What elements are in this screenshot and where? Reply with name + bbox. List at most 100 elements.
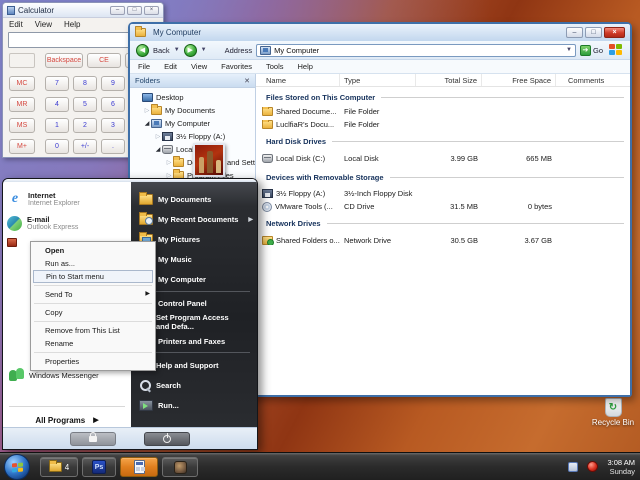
context-item-copy[interactable]: Copy bbox=[31, 306, 155, 319]
list-row-shared-folders[interactable]: Shared Folders o... Network Drive 30.5 G… bbox=[256, 234, 630, 247]
folders-pane-close-icon[interactable]: ✕ bbox=[244, 77, 250, 85]
mc-button[interactable]: MC bbox=[9, 76, 35, 91]
key-8[interactable]: 8 bbox=[73, 76, 97, 91]
tree-item-desktop[interactable]: Desktop bbox=[130, 91, 255, 104]
key-2[interactable]: 2 bbox=[73, 118, 97, 133]
key-plusminus[interactable]: +/- bbox=[73, 139, 97, 154]
context-item-remove-from-list[interactable]: Remove from This List bbox=[31, 324, 155, 337]
group-title: Hard Disk Drives bbox=[266, 137, 624, 146]
key-4[interactable]: 4 bbox=[45, 97, 69, 112]
ms-button[interactable]: MS bbox=[9, 118, 35, 133]
back-button-icon[interactable]: ◀ bbox=[136, 44, 149, 57]
power-button[interactable] bbox=[144, 432, 190, 446]
key-decimal[interactable]: . bbox=[101, 139, 125, 154]
close-button[interactable]: × bbox=[604, 27, 625, 38]
column-header-comments[interactable]: Comments bbox=[556, 74, 630, 86]
key-0[interactable]: 0 bbox=[45, 139, 69, 154]
tray-window-icon[interactable] bbox=[568, 462, 578, 472]
key-5[interactable]: 5 bbox=[73, 97, 97, 112]
power-icon bbox=[163, 435, 171, 443]
tray-status-icon[interactable] bbox=[587, 461, 598, 472]
mr-button[interactable]: MR bbox=[9, 97, 35, 112]
app-icon bbox=[174, 461, 187, 474]
expander-collapsed-icon[interactable]: ▷ bbox=[154, 133, 162, 140]
list-row-floppy[interactable]: 3½ Floppy (A:) 3½-Inch Floppy Disk bbox=[256, 187, 630, 200]
menu-view[interactable]: View bbox=[191, 62, 207, 71]
start-place-my-documents[interactable]: My Documents bbox=[131, 189, 257, 209]
menu-file[interactable]: File bbox=[138, 62, 150, 71]
context-item-open[interactable]: Open bbox=[31, 244, 155, 257]
context-item-properties[interactable]: Properties bbox=[31, 355, 155, 368]
taskbar-button-photoshop[interactable]: Ps bbox=[82, 457, 116, 477]
address-bar[interactable]: My Computer ▼ bbox=[256, 44, 576, 57]
lock-button[interactable] bbox=[70, 432, 116, 446]
close-button[interactable]: × bbox=[144, 6, 159, 15]
column-header-free-space[interactable]: Free Space bbox=[482, 74, 556, 86]
taskbar-button-app[interactable] bbox=[162, 457, 198, 477]
address-label: Address bbox=[225, 46, 253, 55]
minimize-button[interactable]: – bbox=[566, 27, 583, 38]
clock-day: Sunday bbox=[607, 467, 635, 476]
taskbar-button-calculator[interactable] bbox=[120, 457, 158, 477]
explorer-title-bar[interactable]: My Computer – □ × bbox=[130, 24, 630, 41]
user-account-picture[interactable] bbox=[193, 143, 225, 177]
forward-dropdown-icon[interactable]: ▼ bbox=[201, 47, 207, 53]
maximize-button[interactable]: □ bbox=[585, 27, 602, 38]
calculator-title-bar[interactable]: Calculator – □ × bbox=[3, 3, 163, 18]
column-header-name[interactable]: Name bbox=[256, 74, 340, 86]
key-3[interactable]: 3 bbox=[101, 118, 125, 133]
list-row-local-disk[interactable]: Local Disk (C:) Local Disk 3.99 GB 665 M… bbox=[256, 152, 630, 165]
list-row-vmware-tools[interactable]: VMware Tools (... CD Drive 31.5 MB 0 byt… bbox=[256, 200, 630, 213]
recycle-bin[interactable]: ↻ Recycle Bin bbox=[590, 398, 636, 427]
back-button-label[interactable]: Back bbox=[153, 46, 170, 55]
expander-expanded-icon[interactable]: ◢ bbox=[143, 120, 151, 127]
menu-edit[interactable]: Edit bbox=[164, 62, 177, 71]
tree-item-my-computer[interactable]: ◢ My Computer bbox=[130, 117, 255, 130]
taskbar-button-folder-group[interactable]: 4 bbox=[40, 457, 78, 477]
key-6[interactable]: 6 bbox=[101, 97, 125, 112]
taskbar-clock[interactable]: 3:08 AM Sunday bbox=[607, 458, 635, 476]
minimize-button[interactable]: – bbox=[110, 6, 125, 15]
folder-icon bbox=[135, 28, 146, 37]
tree-item-my-documents[interactable]: ▷ My Documents bbox=[130, 104, 255, 117]
start-item-internet[interactable]: e Internet Internet Explorer bbox=[3, 187, 131, 211]
expander-collapsed-icon[interactable]: ▷ bbox=[165, 159, 173, 166]
memory-indicator bbox=[9, 53, 35, 68]
start-place-my-recent-documents[interactable]: My Recent Documents ▶ bbox=[131, 209, 257, 229]
backspace-button[interactable]: Backspace bbox=[45, 53, 83, 68]
address-dropdown-icon[interactable]: ▼ bbox=[566, 47, 572, 53]
list-row-shared-documents[interactable]: Shared Docume... File Folder bbox=[256, 105, 630, 118]
menu-view[interactable]: View bbox=[35, 20, 52, 29]
all-programs-button[interactable]: All Programs ▶ bbox=[3, 411, 131, 427]
expander-collapsed-icon[interactable]: ▷ bbox=[143, 107, 151, 114]
m-plus-button[interactable]: M+ bbox=[9, 139, 35, 154]
column-header-total-size[interactable]: Total Size bbox=[416, 74, 482, 86]
list-row-user-documents[interactable]: LuclfiaR's Docu... File Folder bbox=[256, 118, 630, 131]
start-item-email[interactable]: E-mail Outlook Express bbox=[3, 211, 131, 235]
maximize-button[interactable]: □ bbox=[127, 6, 142, 15]
context-item-pin-to-start-menu[interactable]: Pin to Start menu bbox=[33, 270, 153, 283]
key-7[interactable]: 7 bbox=[45, 76, 69, 91]
key-1[interactable]: 1 bbox=[45, 118, 69, 133]
ce-button[interactable]: CE bbox=[87, 53, 121, 68]
disk-icon bbox=[262, 154, 273, 163]
forward-button-icon[interactable]: ▶ bbox=[184, 44, 197, 57]
column-header-type[interactable]: Type bbox=[340, 74, 416, 86]
context-item-run-as[interactable]: Run as... bbox=[31, 257, 155, 270]
back-dropdown-icon[interactable]: ▼ bbox=[174, 47, 180, 53]
clock-time: 3:08 AM bbox=[607, 458, 635, 467]
menu-favorites[interactable]: Favorites bbox=[221, 62, 252, 71]
start-place-run[interactable]: Run... bbox=[131, 395, 257, 415]
go-button[interactable]: ➔ Go bbox=[580, 45, 603, 56]
context-item-send-to[interactable]: Send To ▶ bbox=[31, 288, 155, 301]
menu-help[interactable]: Help bbox=[298, 62, 313, 71]
start-button[interactable] bbox=[4, 454, 30, 480]
expander-expanded-icon[interactable]: ◢ bbox=[154, 146, 162, 153]
key-9[interactable]: 9 bbox=[101, 76, 125, 91]
menu-tools[interactable]: Tools bbox=[266, 62, 284, 71]
tree-item-floppy[interactable]: ▷ 3½ Floppy (A:) bbox=[130, 130, 255, 143]
menu-help[interactable]: Help bbox=[64, 20, 80, 29]
context-item-rename[interactable]: Rename bbox=[31, 337, 155, 350]
menu-edit[interactable]: Edit bbox=[9, 20, 23, 29]
start-place-search[interactable]: Search bbox=[131, 375, 257, 395]
